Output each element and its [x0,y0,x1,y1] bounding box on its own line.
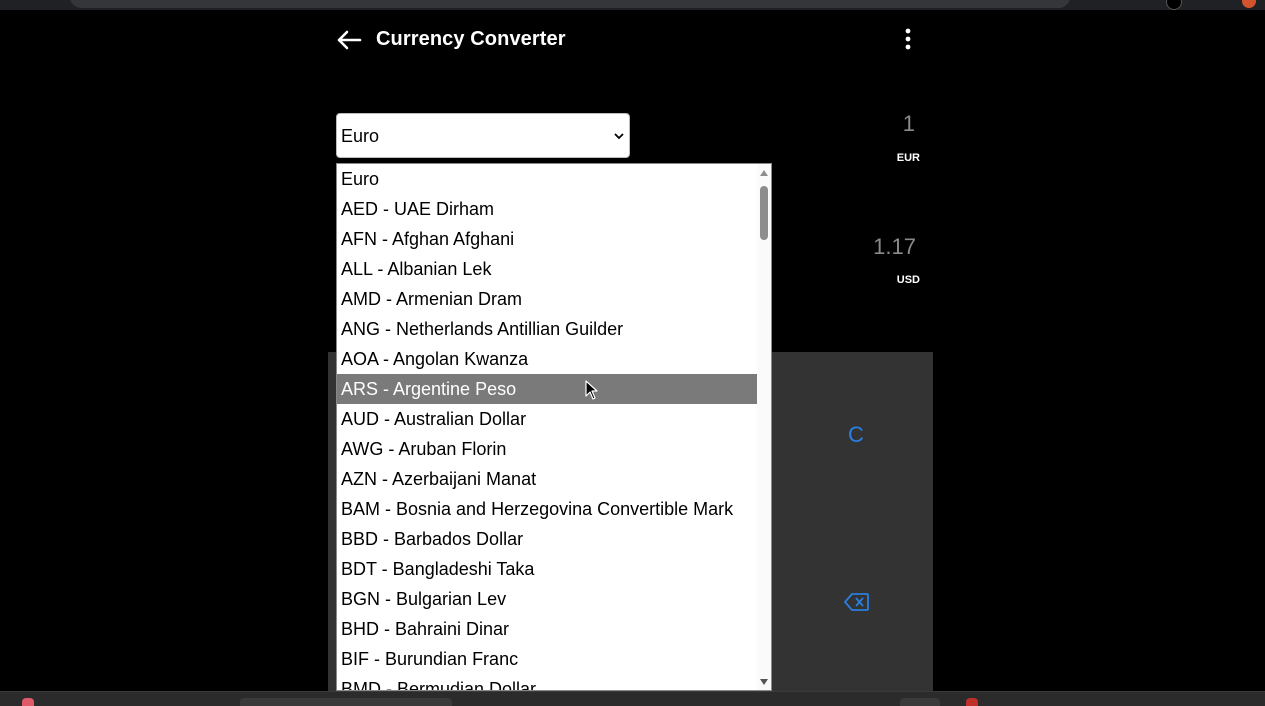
dropdown-option[interactable]: BGN - Bulgarian Lev [337,584,757,614]
dropdown-option-highlighted[interactable]: ARS - Argentine Peso [337,374,757,404]
browser-top-bar [0,0,1265,10]
more-vertical-icon[interactable] [900,26,916,52]
from-currency-select[interactable]: Euro [336,113,630,158]
dropdown-scrollbar[interactable] [757,164,771,690]
dropdown-option[interactable]: AED - UAE Dirham [337,194,757,224]
dropdown-option[interactable]: AUD - Australian Dollar [337,404,757,434]
app-bar: Currency Converter [328,10,933,70]
to-amount[interactable]: 1.17 [873,234,916,260]
from-currency-code: EUR [896,152,920,164]
backspace-icon[interactable] [844,592,870,612]
dropdown-option[interactable]: AWG - Aruban Florin [337,434,757,464]
dropdown-option[interactable]: ALL - Albanian Lek [337,254,757,284]
currency-dropdown-list[interactable]: Euro AED - UAE Dirham AFN - Afghan Afgha… [336,163,772,691]
scroll-down-arrow-icon[interactable] [760,679,768,685]
dropdown-option[interactable]: AMD - Armenian Dram [337,284,757,314]
dropdown-option[interactable]: BIF - Burundian Franc [337,644,757,674]
taskbar [0,691,1265,706]
dropdown-option[interactable]: Euro [337,164,757,194]
from-amount[interactable]: 1 [903,111,915,137]
dropdown-option[interactable]: BHD - Bahraini Dinar [337,614,757,644]
arrow-left-icon[interactable] [336,28,362,52]
dropdown-option[interactable]: BDT - Bangladeshi Taka [337,554,757,584]
scroll-up-arrow-icon[interactable] [760,170,768,176]
profile-avatar-icon[interactable] [1166,0,1182,10]
extension-icon[interactable] [1242,0,1256,8]
clear-button[interactable]: C [848,422,864,448]
dropdown-option[interactable]: AFN - Afghan Afghani [337,224,757,254]
page-title: Currency Converter [376,28,566,50]
to-currency-code: USD [896,274,920,286]
mouse-cursor-icon [585,380,598,400]
dropdown-option[interactable]: AOA - Angolan Kwanza [337,344,757,374]
dropdown-option[interactable]: BAM - Bosnia and Herzegovina Convertible… [337,494,757,524]
from-currency-value: Euro [341,126,380,146]
address-bar[interactable] [70,0,1070,8]
chevron-down-icon [614,133,624,140]
dropdown-option[interactable]: ANG - Netherlands Antillian Guilder [337,314,757,344]
dropdown-option[interactable]: BBD - Barbados Dollar [337,524,757,554]
dropdown-option[interactable]: AZN - Azerbaijani Manat [337,464,757,494]
scrollbar-thumb[interactable] [760,186,768,240]
dropdown-option[interactable]: BMD - Bermudian Dollar [337,674,757,690]
